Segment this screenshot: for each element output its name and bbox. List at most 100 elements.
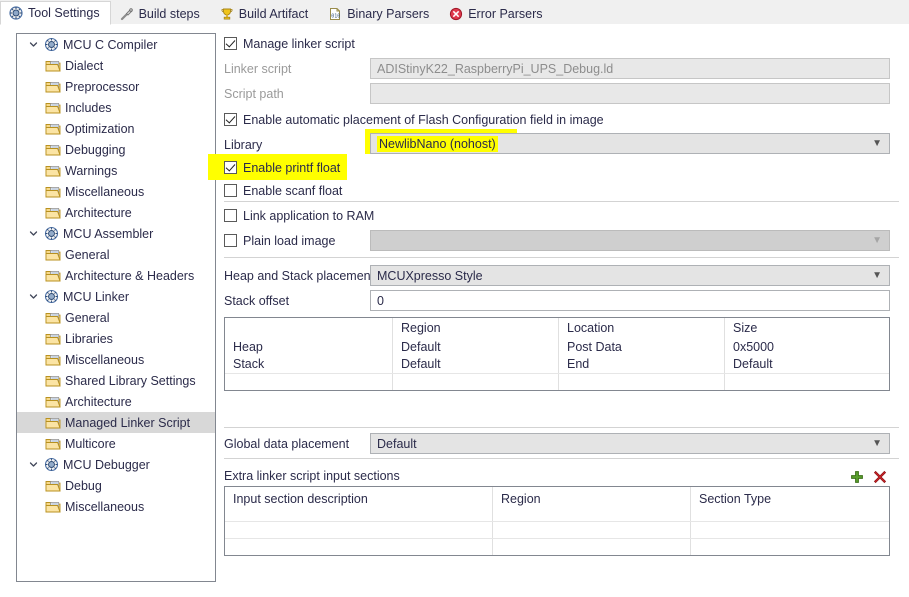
- separator-3: [224, 427, 899, 428]
- folder-page-icon: [44, 248, 62, 262]
- tree-item-architecture[interactable]: Architecture: [17, 202, 215, 223]
- cell-region: Default: [393, 355, 559, 373]
- folder-page-icon: [44, 59, 62, 73]
- plain-load-image-combo: ▼: [370, 230, 890, 251]
- tree-item-general[interactable]: General: [17, 244, 215, 265]
- folder-page-icon: [44, 185, 62, 199]
- tab-binary-parsers[interactable]: 010 Binary Parsers: [319, 2, 440, 24]
- tree-item-label: Debugging: [65, 142, 126, 157]
- settings-tree[interactable]: MCU C Compiler Dialect Preprocessor Include…: [16, 33, 216, 582]
- tree-item-mcu-debugger[interactable]: MCU Debugger: [17, 454, 215, 475]
- manage-linker-script-checkbox[interactable]: [224, 37, 237, 50]
- tree-item-label: MCU Assembler: [63, 226, 154, 241]
- folder-page-icon: [44, 416, 62, 430]
- tab-label: Error Parsers: [468, 6, 543, 21]
- table-row-empty[interactable]: [225, 372, 889, 390]
- cell-empty: [691, 522, 889, 538]
- column-header-region: Region: [393, 318, 559, 339]
- tree-item-miscellaneous[interactable]: Miscellaneous: [17, 496, 215, 517]
- tree-item-miscellaneous[interactable]: Miscellaneous: [17, 349, 215, 370]
- tree-item-preprocessor[interactable]: Preprocessor: [17, 76, 215, 97]
- tree-item-shared-library-settings[interactable]: Shared Library Settings: [17, 370, 215, 391]
- build-steps-icon: [120, 7, 134, 21]
- table-row-empty[interactable]: [225, 521, 889, 538]
- cell-size: 0x5000: [733, 340, 775, 355]
- cell-empty: [393, 373, 559, 390]
- add-section-button[interactable]: [849, 469, 865, 485]
- column-header-location: Location: [559, 318, 725, 339]
- chevron-down-icon[interactable]: [25, 460, 42, 469]
- link-to-ram-checkbox[interactable]: [224, 209, 237, 222]
- tree-item-libraries[interactable]: Libraries: [17, 328, 215, 349]
- chevron-down-icon[interactable]: [25, 292, 42, 301]
- extra-sections-table[interactable]: Input section description Region Section…: [224, 486, 890, 556]
- folder-page-icon: [44, 332, 62, 346]
- tree-item-label: Managed Linker Script: [65, 415, 191, 430]
- managed-linker-script-panel: Manage linker script Linker script ADISt…: [208, 28, 899, 593]
- linker-script-field[interactable]: ADIStinyK22_RaspberryPi_UPS_Debug.ld: [370, 58, 890, 79]
- build-artifact-icon: [220, 7, 234, 21]
- tree-item-general[interactable]: General: [17, 307, 215, 328]
- plain-load-image-checkbox[interactable]: [224, 234, 237, 247]
- tree-item-debug[interactable]: Debug: [17, 475, 215, 496]
- tree-item-multicore[interactable]: Multicore: [17, 433, 215, 454]
- link-to-ram-label: Link application to RAM: [243, 208, 375, 223]
- stack-offset-field[interactable]: 0: [370, 290, 890, 311]
- tree-item-mcu-linker[interactable]: MCU Linker: [17, 286, 215, 307]
- tree-item-architecture-headers[interactable]: Architecture & Headers: [17, 265, 215, 286]
- chevron-down-icon[interactable]: [25, 40, 42, 49]
- table-header-row: Region Location Size: [225, 318, 889, 339]
- tab-build-steps[interactable]: Build steps: [111, 2, 211, 24]
- script-path-label: Script path: [224, 86, 284, 101]
- printf-float-checkbox[interactable]: [224, 161, 237, 174]
- tree-item-label: Architecture: [65, 394, 132, 409]
- tab-label: Binary Parsers: [347, 6, 430, 21]
- tree-item-warnings[interactable]: Warnings: [17, 160, 215, 181]
- cell-location: Post Data: [559, 338, 725, 356]
- folder-page-icon: [44, 311, 62, 325]
- tree-item-managed-linker-script[interactable]: Managed Linker Script: [17, 412, 215, 433]
- folder-page-icon: [44, 164, 62, 178]
- tree-item-label: Dialect: [65, 58, 104, 73]
- printf-float-row[interactable]: Enable printf float: [224, 157, 340, 178]
- manage-linker-script-row[interactable]: Manage linker script: [224, 33, 355, 54]
- tool-node-icon: [42, 457, 60, 472]
- global-data-placement-combo[interactable]: Default ▼: [370, 433, 890, 454]
- tree-item-includes[interactable]: Includes: [17, 97, 215, 118]
- script-path-field[interactable]: [370, 83, 890, 104]
- tree-item-mcu-assembler[interactable]: MCU Assembler: [17, 223, 215, 244]
- tree-item-mcu-c-compiler[interactable]: MCU C Compiler: [17, 34, 215, 55]
- settings-content: MCU C Compiler Dialect Preprocessor Include…: [0, 24, 909, 597]
- table-row[interactable]: Heap Default Post Data 0x5000: [225, 338, 889, 356]
- heap-stack-table[interactable]: Region Location Size Heap Default Post D…: [224, 317, 890, 391]
- tree-item-label: MCU C Compiler: [63, 37, 158, 52]
- folder-page-icon: [44, 437, 62, 451]
- link-to-ram-row[interactable]: Link application to RAM: [224, 205, 374, 226]
- tab-error-parsers[interactable]: Error Parsers: [440, 2, 553, 24]
- library-combo[interactable]: NewlibNano (nohost) ▼: [370, 133, 890, 154]
- tree-item-label: General: [65, 247, 110, 262]
- folder-page-icon: [44, 395, 62, 409]
- tree-item-dialect[interactable]: Dialect: [17, 55, 215, 76]
- folder-page-icon: [44, 206, 62, 220]
- tab-build-artifact[interactable]: Build Artifact: [211, 2, 319, 24]
- tree-item-architecture[interactable]: Architecture: [17, 391, 215, 412]
- delete-section-button[interactable]: [872, 469, 888, 485]
- flash-config-checkbox[interactable]: [224, 113, 237, 126]
- tree-item-debugging[interactable]: Debugging: [17, 139, 215, 160]
- table-row[interactable]: Stack Default End Default: [225, 355, 889, 373]
- tree-item-miscellaneous[interactable]: Miscellaneous: [17, 181, 215, 202]
- tab-tool-settings[interactable]: Tool Settings: [0, 1, 111, 25]
- chevron-down-icon[interactable]: [25, 229, 42, 238]
- scanf-float-row[interactable]: Enable scanf float: [224, 180, 342, 201]
- scanf-float-checkbox[interactable]: [224, 184, 237, 197]
- plain-load-image-row[interactable]: Plain load image: [224, 230, 335, 251]
- heap-stack-placement-combo[interactable]: MCUXpresso Style ▼: [370, 265, 890, 286]
- column-header-input-section-description: Input section description: [225, 487, 493, 521]
- tree-item-optimization[interactable]: Optimization: [17, 118, 215, 139]
- folder-page-icon: [44, 80, 62, 94]
- global-data-placement-label: Global data placement: [224, 436, 350, 451]
- flash-config-row[interactable]: Enable automatic placement of Flash Conf…: [224, 109, 604, 130]
- folder-page-icon: [44, 374, 62, 388]
- table-row-empty[interactable]: [225, 538, 889, 555]
